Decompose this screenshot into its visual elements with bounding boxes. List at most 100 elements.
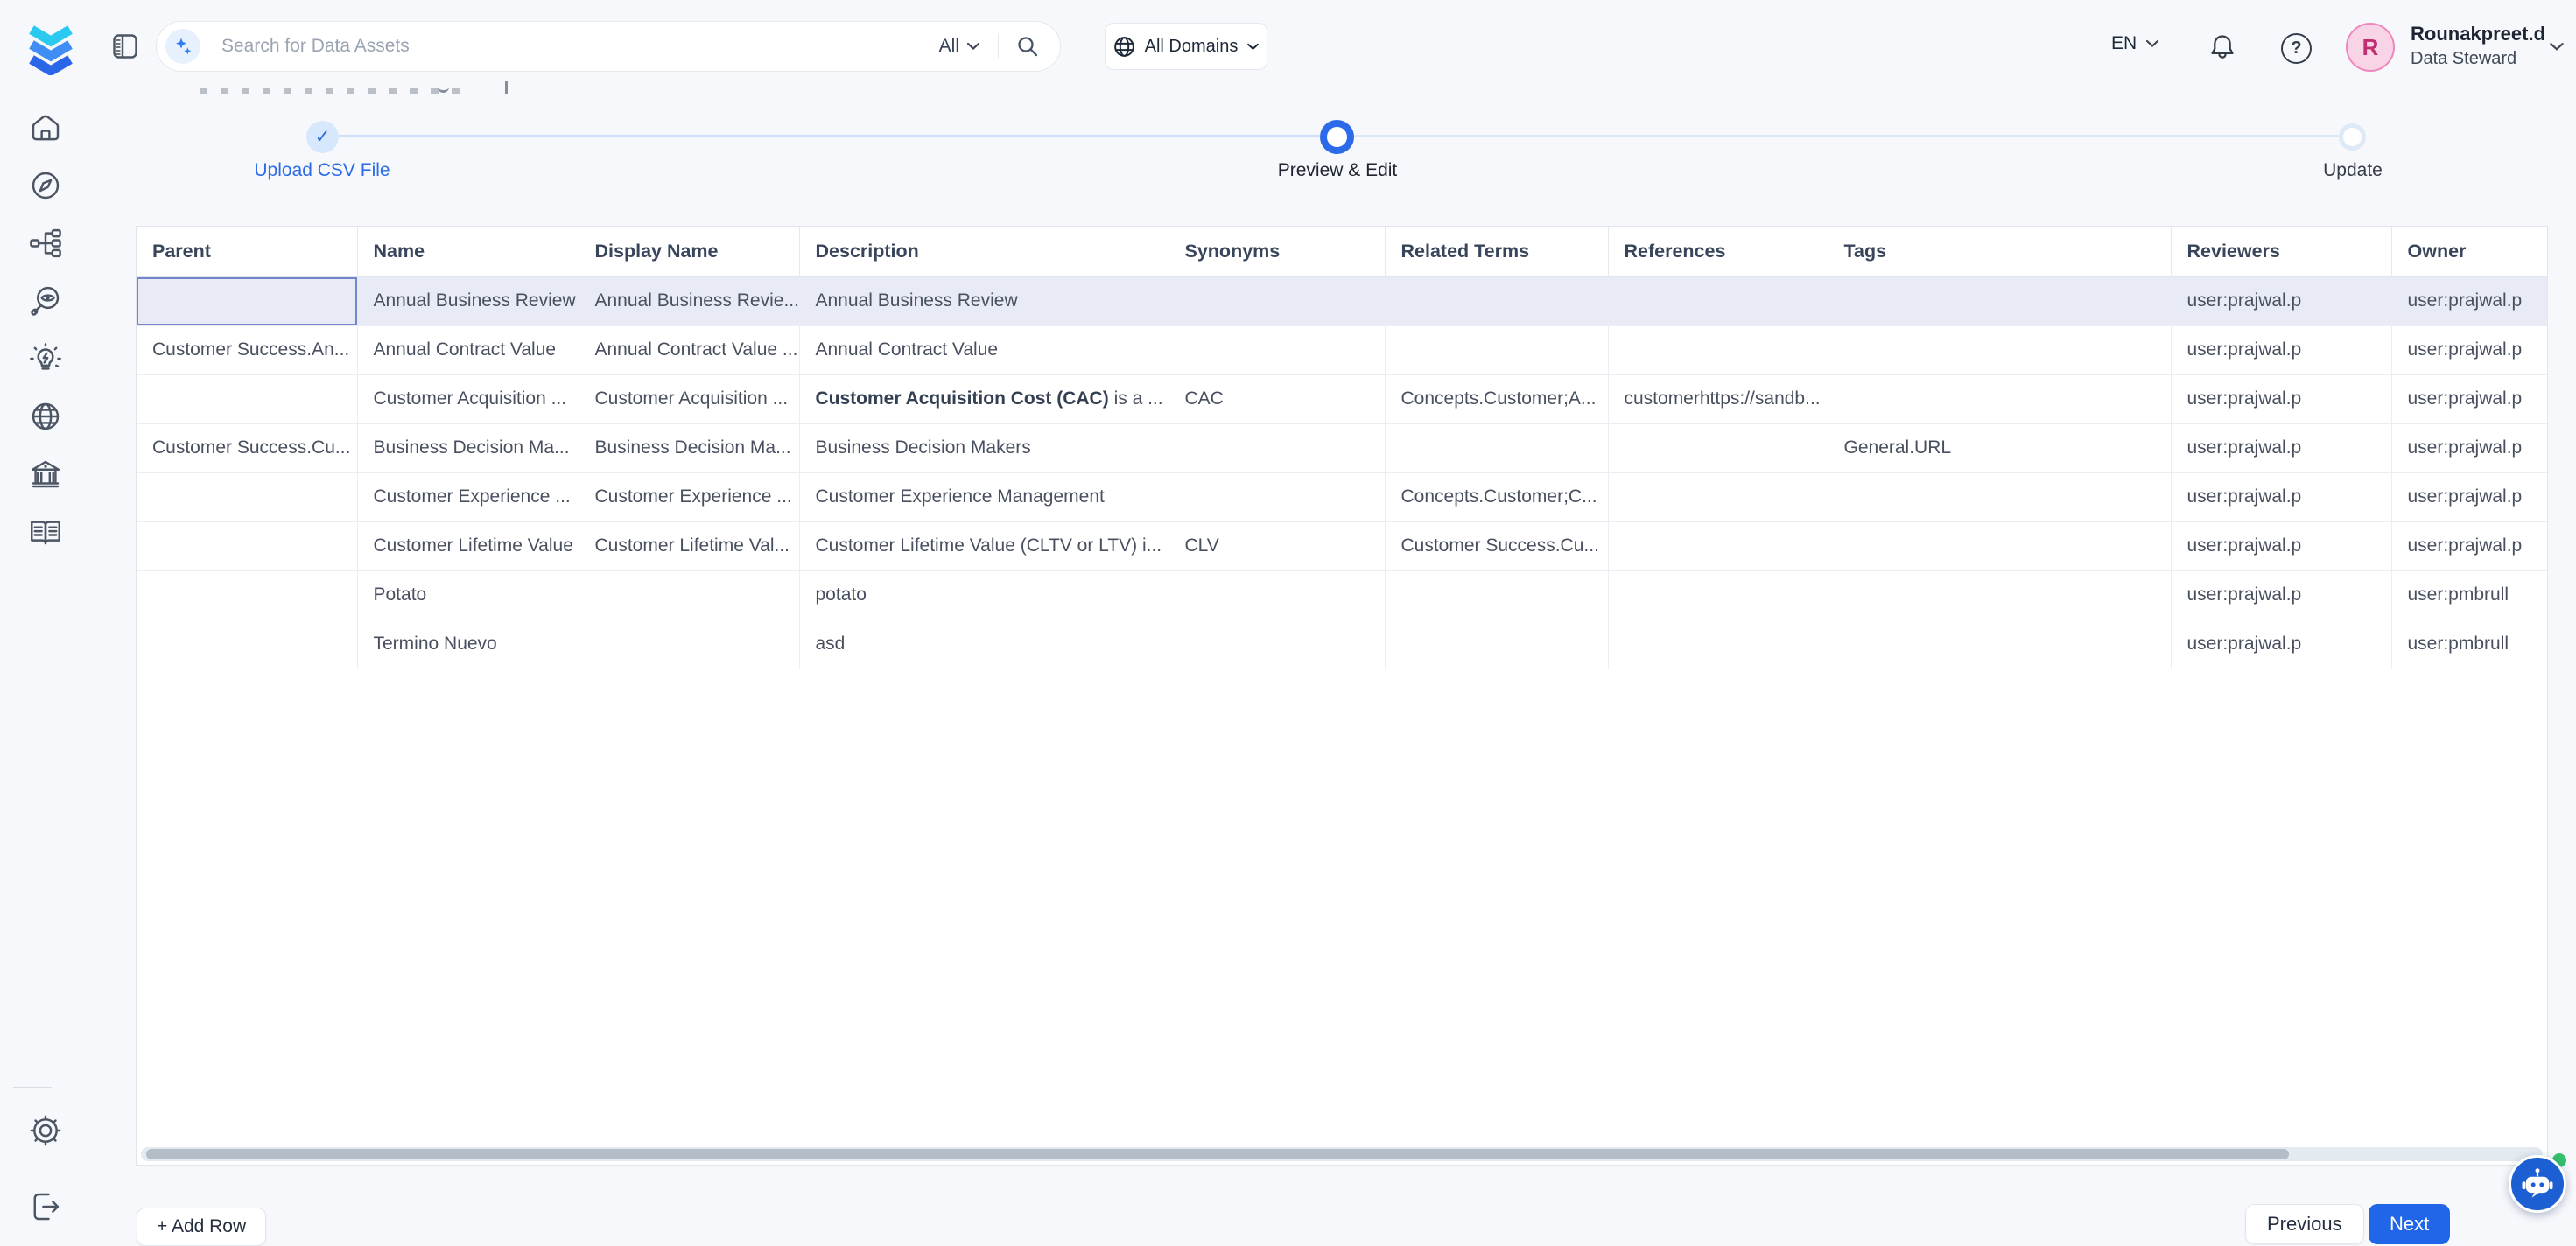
cell-display_name[interactable]: Business Decision Ma... bbox=[579, 424, 799, 472]
cell-synonyms[interactable] bbox=[1169, 276, 1385, 326]
cell-owner[interactable]: user:pmbrull bbox=[2391, 620, 2547, 668]
cell-parent[interactable] bbox=[137, 570, 357, 620]
previous-button[interactable]: Previous bbox=[2245, 1204, 2364, 1244]
cell-owner[interactable]: user:prajwal.p bbox=[2391, 522, 2547, 570]
cell-description[interactable]: Customer Experience Management bbox=[799, 472, 1169, 522]
cell-tags[interactable] bbox=[1828, 522, 2171, 570]
governance-bank-icon[interactable] bbox=[27, 456, 64, 493]
domains-globe-icon[interactable] bbox=[27, 398, 64, 435]
home-icon[interactable] bbox=[27, 109, 64, 146]
cell-reviewers[interactable]: user:prajwal.p bbox=[2171, 326, 2391, 374]
cell-synonyms[interactable] bbox=[1169, 424, 1385, 472]
app-logo[interactable] bbox=[23, 18, 79, 75]
step-update-circle[interactable] bbox=[2339, 123, 2366, 150]
cell-references[interactable] bbox=[1608, 424, 1828, 472]
cell-tags[interactable] bbox=[1828, 570, 2171, 620]
cell-parent[interactable] bbox=[137, 620, 357, 668]
cell-tags[interactable] bbox=[1828, 326, 2171, 374]
cell-owner[interactable]: user:pmbrull bbox=[2391, 570, 2547, 620]
ai-sparkle-icon[interactable] bbox=[165, 29, 200, 64]
language-selector[interactable]: EN bbox=[2111, 33, 2159, 54]
cell-tags[interactable] bbox=[1828, 620, 2171, 668]
cell-name[interactable]: Customer Acquisition ... bbox=[357, 374, 579, 424]
cell-display_name[interactable]: Customer Acquisition ... bbox=[579, 374, 799, 424]
search-scope-dropdown[interactable]: All bbox=[939, 36, 980, 57]
insights-bulb-icon[interactable] bbox=[27, 340, 64, 377]
cell-references[interactable] bbox=[1608, 620, 1828, 668]
cell-synonyms[interactable] bbox=[1169, 472, 1385, 522]
cell-related_terms[interactable] bbox=[1385, 620, 1608, 668]
cell-tags[interactable] bbox=[1828, 374, 2171, 424]
cell-owner[interactable]: user:prajwal.p bbox=[2391, 424, 2547, 472]
help-icon[interactable]: ? bbox=[2281, 33, 2312, 64]
explore-compass-icon[interactable] bbox=[27, 167, 64, 204]
cell-synonyms[interactable] bbox=[1169, 620, 1385, 668]
cell-parent[interactable]: Customer Success.An... bbox=[137, 326, 357, 374]
cell-tags[interactable] bbox=[1828, 276, 2171, 326]
cell-reviewers[interactable]: user:prajwal.p bbox=[2171, 472, 2391, 522]
cell-name[interactable]: Annual Contract Value bbox=[357, 326, 579, 374]
cell-name[interactable]: Potato bbox=[357, 570, 579, 620]
logout-icon[interactable] bbox=[27, 1188, 64, 1225]
cell-owner[interactable]: user:prajwal.p bbox=[2391, 472, 2547, 522]
observability-icon[interactable] bbox=[27, 283, 64, 319]
cell-description[interactable]: Customer Lifetime Value (CLTV or LTV) i.… bbox=[799, 522, 1169, 570]
cell-reviewers[interactable]: user:prajwal.p bbox=[2171, 374, 2391, 424]
cell-parent[interactable] bbox=[137, 522, 357, 570]
cell-reviewers[interactable]: user:prajwal.p bbox=[2171, 424, 2391, 472]
cell-display_name[interactable]: Annual Contract Value ... bbox=[579, 326, 799, 374]
cell-related_terms[interactable] bbox=[1385, 276, 1608, 326]
cell-synonyms[interactable]: CLV bbox=[1169, 522, 1385, 570]
cell-related_terms[interactable] bbox=[1385, 326, 1608, 374]
cell-synonyms[interactable]: CAC bbox=[1169, 374, 1385, 424]
cell-tags[interactable]: General.URL bbox=[1828, 424, 2171, 472]
cell-parent[interactable] bbox=[137, 276, 357, 326]
cell-description[interactable]: Annual Business Review bbox=[799, 276, 1169, 326]
cell-references[interactable] bbox=[1608, 472, 1828, 522]
cell-name[interactable]: Customer Lifetime Value bbox=[357, 522, 579, 570]
cell-references[interactable] bbox=[1608, 276, 1828, 326]
step-preview-active-circle[interactable] bbox=[1320, 120, 1354, 154]
horizontal-scrollbar-thumb[interactable] bbox=[146, 1149, 2289, 1159]
cell-description[interactable]: potato bbox=[799, 570, 1169, 620]
cell-reviewers[interactable]: user:prajwal.p bbox=[2171, 620, 2391, 668]
cell-reviewers[interactable]: user:prajwal.p bbox=[2171, 276, 2391, 326]
cell-synonyms[interactable] bbox=[1169, 570, 1385, 620]
cell-description[interactable]: asd bbox=[799, 620, 1169, 668]
cell-display_name[interactable] bbox=[579, 570, 799, 620]
step-label-upload[interactable]: Upload CSV File bbox=[208, 160, 436, 181]
step-upload-complete-circle[interactable]: ✓ bbox=[306, 121, 339, 153]
cell-parent[interactable] bbox=[137, 374, 357, 424]
lineage-icon[interactable] bbox=[27, 225, 64, 262]
search-input[interactable] bbox=[220, 35, 939, 58]
cell-references[interactable] bbox=[1608, 570, 1828, 620]
settings-gear-icon[interactable] bbox=[27, 1112, 64, 1149]
cell-display_name[interactable] bbox=[579, 620, 799, 668]
next-button[interactable]: Next bbox=[2369, 1204, 2450, 1244]
cell-parent[interactable] bbox=[137, 472, 357, 522]
all-domains-dropdown[interactable]: All Domains bbox=[1105, 23, 1267, 70]
cell-description[interactable]: Business Decision Makers bbox=[799, 424, 1169, 472]
glossary-book-icon[interactable] bbox=[27, 514, 64, 550]
cell-related_terms[interactable]: Customer Success.Cu... bbox=[1385, 522, 1608, 570]
cell-display_name[interactable]: Customer Experience ... bbox=[579, 472, 799, 522]
user-avatar[interactable]: R bbox=[2346, 23, 2395, 72]
cell-parent[interactable]: Customer Success.Cu... bbox=[137, 424, 357, 472]
cell-name[interactable]: Customer Experience ... bbox=[357, 472, 579, 522]
cell-related_terms[interactable]: Concepts.Customer;C... bbox=[1385, 472, 1608, 522]
cell-name[interactable]: Business Decision Ma... bbox=[357, 424, 579, 472]
search-icon[interactable] bbox=[1016, 35, 1039, 58]
user-menu[interactable]: Rounakpreet.d Data Steward bbox=[2411, 23, 2545, 69]
chatbot-icon[interactable] bbox=[2509, 1155, 2566, 1213]
cell-references[interactable] bbox=[1608, 326, 1828, 374]
cell-description[interactable]: Customer Acquisition Cost (CAC) is a ... bbox=[799, 374, 1169, 424]
cell-name[interactable]: Annual Business Review bbox=[357, 276, 579, 326]
sidebar-toggle-icon[interactable] bbox=[113, 34, 137, 59]
cell-display_name[interactable]: Customer Lifetime Val... bbox=[579, 522, 799, 570]
cell-owner[interactable]: user:prajwal.p bbox=[2391, 276, 2547, 326]
cell-reviewers[interactable]: user:prajwal.p bbox=[2171, 570, 2391, 620]
cell-references[interactable] bbox=[1608, 522, 1828, 570]
cell-name[interactable]: Termino Nuevo bbox=[357, 620, 579, 668]
cell-synonyms[interactable] bbox=[1169, 326, 1385, 374]
cell-references[interactable]: customerhttps://sandb... bbox=[1608, 374, 1828, 424]
